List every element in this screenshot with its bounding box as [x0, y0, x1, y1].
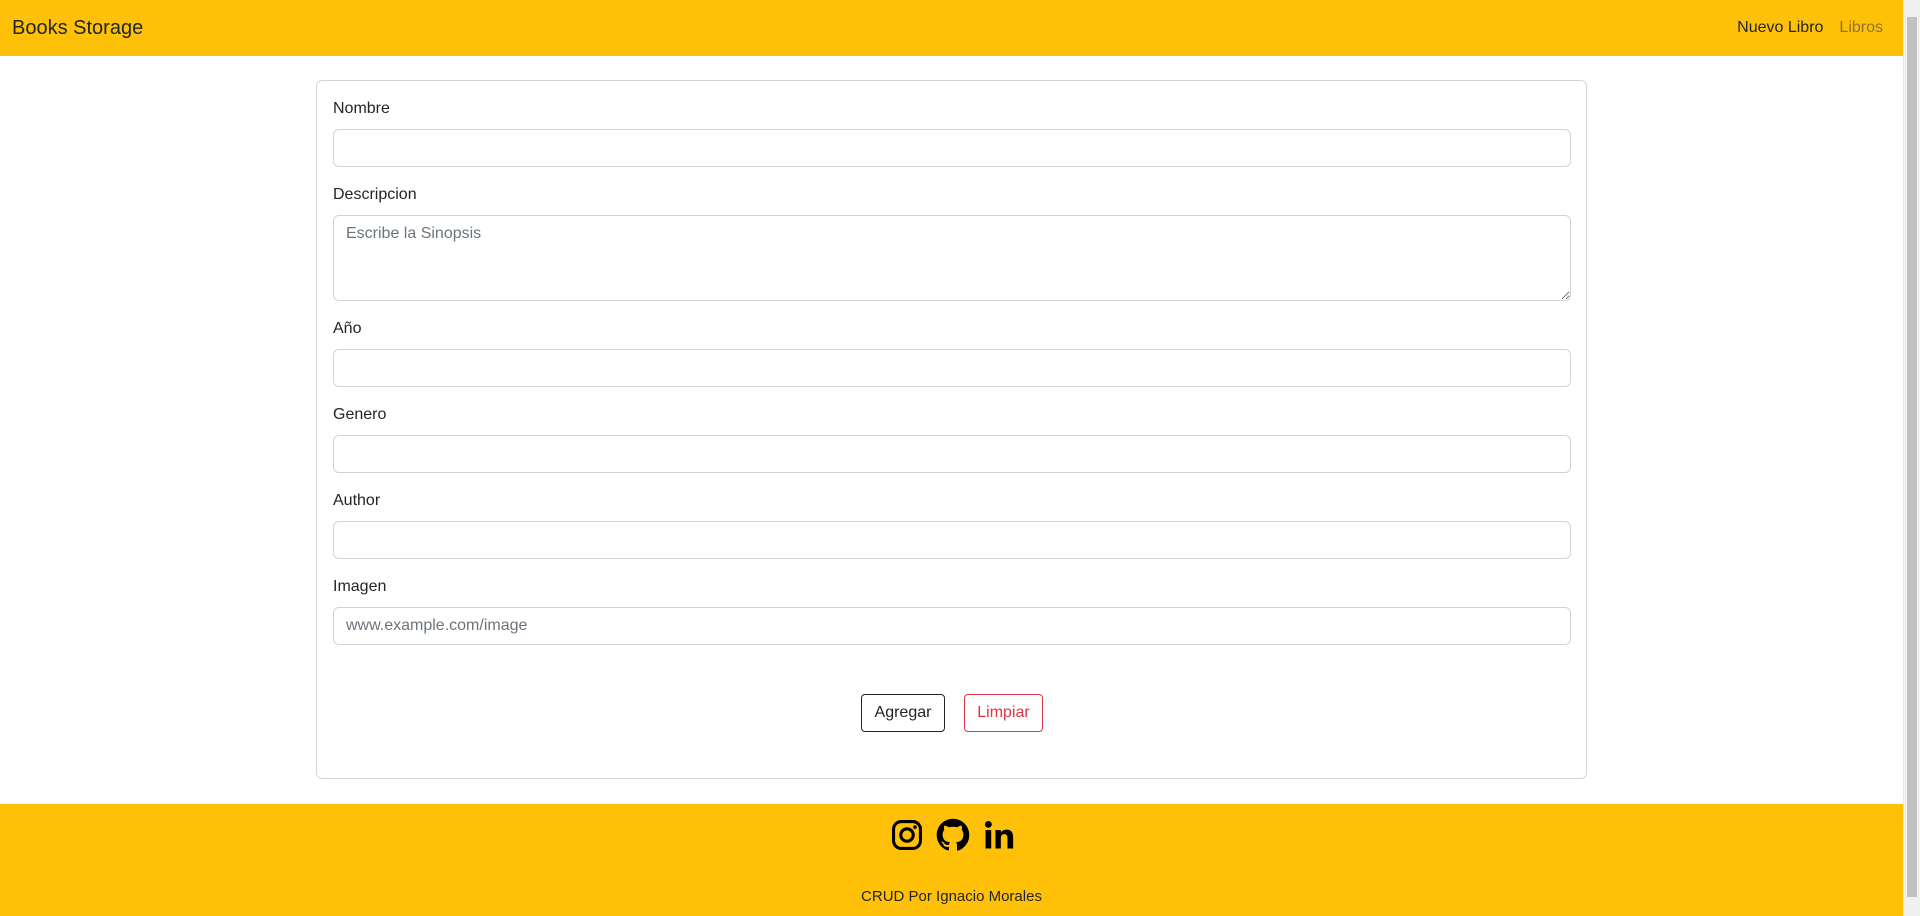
linkedin-icon[interactable] [982, 818, 1016, 852]
descripcion-label: Descripcion [333, 186, 417, 203]
genero-input[interactable] [333, 435, 1571, 473]
vertical-scrollbar[interactable] [1903, 0, 1920, 916]
scrollbar-thumb[interactable] [1907, 17, 1917, 897]
page: Books Storage Nuevo Libro Libros Nombre … [0, 0, 1920, 916]
nav-links: Nuevo Libro Libros [1737, 19, 1883, 37]
footer: CRUD Por Ignacio Morales [0, 804, 1903, 916]
descripcion-textarea[interactable] [333, 215, 1571, 301]
nav-link-nuevo-libro[interactable]: Nuevo Libro [1737, 19, 1823, 37]
imagen-url-input[interactable] [333, 607, 1571, 645]
footer-credit: CRUD Por Ignacio Morales [861, 888, 1042, 905]
instagram-icon[interactable] [890, 818, 924, 852]
top-navbar: Books Storage Nuevo Libro Libros [0, 0, 1903, 56]
book-form-card: Nombre Descripcion Año Genero Author Ima… [316, 80, 1587, 779]
nombre-label: Nombre [333, 100, 390, 117]
genero-label: Genero [333, 406, 387, 423]
imagen-label: Imagen [333, 578, 387, 595]
author-label: Author [333, 492, 381, 509]
brand-link[interactable]: Books Storage [12, 17, 143, 40]
author-input[interactable] [333, 521, 1571, 559]
github-icon[interactable] [936, 818, 970, 852]
agregar-button[interactable]: Agregar [861, 694, 945, 732]
anio-label: Año [333, 320, 362, 337]
nav-link-libros[interactable]: Libros [1839, 19, 1883, 37]
limpiar-button[interactable]: Limpiar [964, 694, 1043, 732]
anio-input[interactable] [333, 349, 1571, 387]
social-links [890, 818, 1016, 852]
nombre-input[interactable] [333, 129, 1571, 167]
